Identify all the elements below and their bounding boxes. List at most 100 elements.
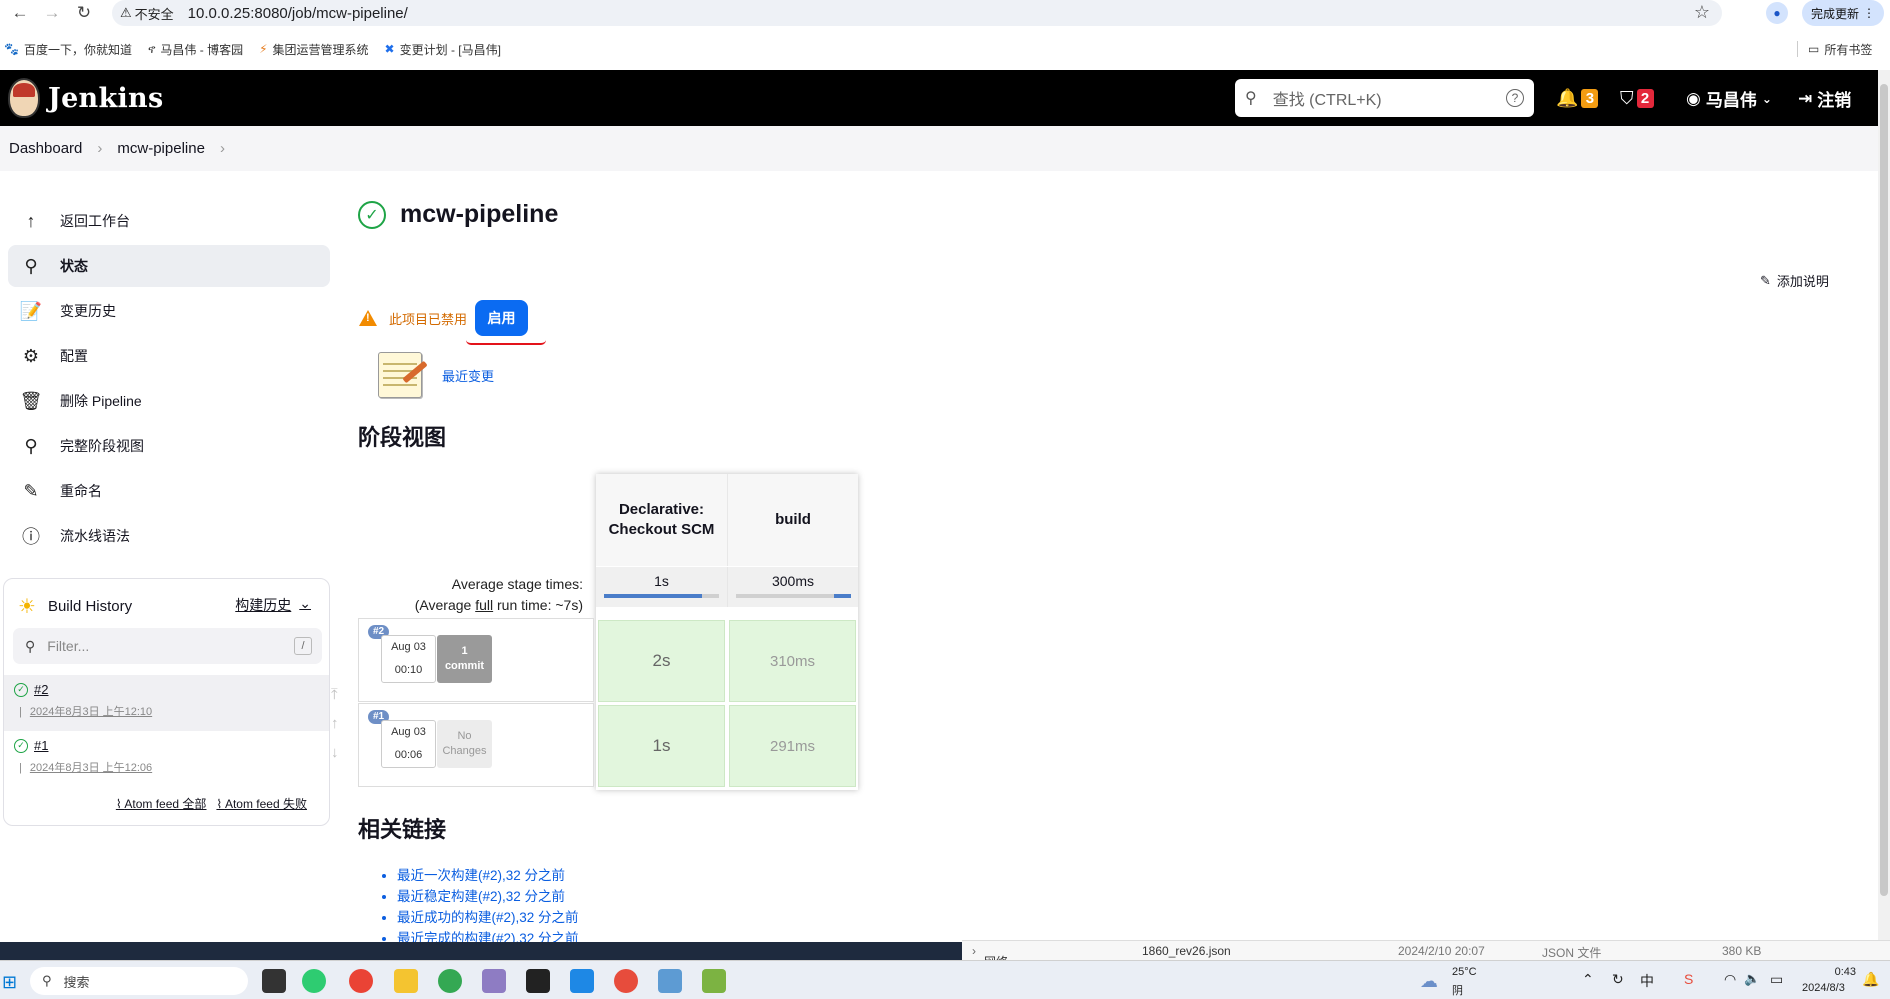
task-full-stage-view[interactable]: ⚲ 完整阶段视图	[8, 425, 330, 467]
page-scrollbar[interactable]	[1878, 70, 1890, 940]
run-row[interactable]: #2 Aug 03 00:10 1 commit	[358, 618, 594, 702]
atom-feed-all-link[interactable]: ⌇ Atom feed 全部	[116, 795, 207, 812]
task-pipeline-syntax[interactable]: ⓘ 流水线语法	[8, 515, 330, 557]
success-check-icon: ✓	[358, 200, 386, 229]
related-link[interactable]: 最近一次构建(#2),32 分之前	[397, 865, 579, 886]
reload-icon[interactable]: ↻	[72, 1, 96, 25]
task-back-to-dashboard[interactable]: ↑ 返回工作台	[8, 200, 330, 242]
enable-button[interactable]: 启用	[475, 300, 529, 336]
taskbar-search[interactable]: ⚲ 搜索	[30, 967, 248, 995]
task-view-icon[interactable]	[262, 969, 286, 993]
search-help-icon[interactable]: ?	[1506, 89, 1524, 107]
build-number-link[interactable]: #1	[34, 738, 48, 753]
cloud-weather-icon: ☁	[1420, 971, 1438, 991]
full-run-time-link[interactable]: full	[475, 597, 493, 613]
build-history-trend-link[interactable]: 构建历史 ⌄	[235, 595, 311, 615]
success-check-icon: ✓	[14, 739, 28, 753]
weather-temp[interactable]: 25°C	[1452, 966, 1477, 978]
task-changes[interactable]: 📝 变更历史	[8, 290, 330, 332]
bookmark-group-system[interactable]: ⚡ 集团运营管理系统	[259, 41, 368, 58]
add-description-link[interactable]: ✎ 添加说明	[1760, 271, 1829, 290]
clock-time[interactable]: 0:43	[1826, 966, 1856, 978]
build-row[interactable]: ✓ #2 | 2024年8月3日 上午12:10	[4, 675, 329, 731]
battery-icon[interactable]: ▭	[1770, 971, 1783, 988]
chevron-right-icon[interactable]: ›	[972, 944, 976, 958]
wechat-icon[interactable]	[302, 969, 326, 993]
forward-icon[interactable]: →	[40, 1, 64, 25]
related-link[interactable]: 最近稳定构建(#2),32 分之前	[397, 886, 579, 907]
logout-link[interactable]: ⇥ 注销	[1798, 86, 1851, 111]
task-rename[interactable]: ✎ 重命名	[8, 470, 330, 512]
bookmark-baidu[interactable]: 🐾 百度一下，你就知道	[4, 41, 132, 58]
task-configure[interactable]: ⚙ 配置	[8, 335, 330, 377]
editor-icon[interactable]	[702, 969, 726, 993]
annotation-underline	[466, 340, 546, 345]
user-menu[interactable]: ◉ 马昌伟 ⌄	[1686, 86, 1772, 111]
jenkins-logo[interactable]: Jenkins	[8, 78, 163, 118]
file-name[interactable]: 1860_rev26.json	[1142, 944, 1231, 958]
atom-feeds: ⌇ Atom feed 全部 ⌇ Atom feed 失败	[116, 795, 307, 812]
notifications-button[interactable]: 🔔 3	[1556, 88, 1599, 109]
more-menu-icon: ⋮	[1863, 6, 1875, 20]
chevron-up-icon[interactable]: ⌃	[1582, 971, 1594, 988]
build-number-link[interactable]: #2	[34, 682, 48, 697]
not-secure-indicator[interactable]: ⚠ 不安全	[120, 4, 174, 23]
app-icon[interactable]	[614, 969, 638, 993]
clock-date: 2024/8/3	[1802, 982, 1845, 994]
scrollbar-thumb[interactable]	[1880, 84, 1888, 896]
scroll-top-icon[interactable]: ⤒	[331, 680, 339, 709]
build-filter-input[interactable]: ⚲ Filter... /	[13, 628, 322, 664]
bookmark-cnblogs[interactable]: ኖ 马昌伟 - 博客园	[148, 41, 243, 58]
browser-icon[interactable]	[438, 969, 462, 993]
breadcrumb-dashboard[interactable]: Dashboard	[9, 140, 82, 157]
scroll-down-icon[interactable]: ↓	[331, 738, 339, 767]
search-box[interactable]: ⚲ 查找 (CTRL+K) ?	[1235, 79, 1534, 117]
stage-cell[interactable]: 2s	[598, 620, 725, 702]
warning-icon	[359, 310, 377, 326]
sync-icon[interactable]: ↻	[1612, 971, 1624, 988]
profile-avatar-icon[interactable]: ●	[1766, 2, 1788, 24]
task-delete-pipeline[interactable]: 🗑 删除 Pipeline	[8, 380, 330, 422]
stage-cell[interactable]: 310ms	[729, 620, 856, 702]
address-bar[interactable]: ⚠ 不安全 10.0.0.25:8080/job/mcw-pipeline/ ☆	[112, 0, 1722, 26]
url-text[interactable]: 10.0.0.25:8080/job/mcw-pipeline/	[188, 5, 408, 22]
back-icon[interactable]: ←	[8, 1, 32, 25]
notification-bell-icon[interactable]: 🔔	[1862, 971, 1879, 988]
ime-icon[interactable]: 中	[1640, 971, 1654, 991]
file-explorer-icon[interactable]	[394, 969, 418, 993]
windows-start-icon[interactable]: ⊞	[2, 972, 17, 993]
atom-feed-failed-link[interactable]: ⌇ Atom feed 失败	[216, 795, 307, 812]
app-icon[interactable]	[482, 969, 506, 993]
update-button[interactable]: 完成更新 ⋮	[1802, 0, 1884, 26]
wifi-icon[interactable]: ◠	[1724, 971, 1736, 988]
run-changes[interactable]: No Changes	[437, 720, 492, 768]
recent-changes-link[interactable]: 最近变更	[442, 366, 494, 385]
related-link[interactable]: 最近成功的构建(#2),32 分之前	[397, 907, 579, 928]
chrome-icon[interactable]	[349, 969, 373, 993]
all-bookmarks[interactable]: ▭ 所有书签	[1808, 38, 1872, 60]
task-status[interactable]: ⚲ 状态	[8, 245, 330, 287]
notifications-badge: 3	[1581, 89, 1599, 108]
terminal-icon[interactable]	[526, 969, 550, 993]
run-date: Aug 03 00:10	[381, 635, 436, 683]
stage-cell[interactable]: 291ms	[729, 705, 856, 787]
vm-icon[interactable]	[570, 969, 594, 993]
build-history-widget: ☀ Build History 构建历史 ⌄ ⚲ Filter... / ✓ #…	[3, 578, 330, 826]
app-tray-icon[interactable]: S	[1684, 971, 1693, 987]
file-type: JSON 文件	[1542, 946, 1602, 960]
breadcrumb-job[interactable]: mcw-pipeline	[117, 140, 205, 157]
bookmark-star-icon[interactable]: ☆	[1694, 2, 1710, 23]
stage-cell[interactable]: 1s	[598, 705, 725, 787]
monitor-icon[interactable]	[658, 969, 682, 993]
security-button[interactable]: ⛉ 2	[1620, 88, 1654, 109]
bookmark-change-plan[interactable]: ✖ 变更计划 - [马昌伟]	[385, 41, 501, 58]
run-row[interactable]: #1 Aug 03 00:06 No Changes	[358, 703, 594, 787]
volume-icon[interactable]: 🔈	[1744, 971, 1760, 987]
run-changes[interactable]: 1 commit	[437, 635, 492, 683]
chevron-right-icon[interactable]: ›	[97, 140, 102, 157]
chevron-right-icon[interactable]: ›	[220, 140, 225, 157]
sun-weather-icon: ☀	[18, 596, 36, 618]
filter-shortcut-hint: /	[294, 637, 312, 655]
build-row[interactable]: ✓ #1 | 2024年8月3日 上午12:06	[4, 731, 329, 787]
scroll-up-icon[interactable]: ↑	[331, 709, 339, 738]
